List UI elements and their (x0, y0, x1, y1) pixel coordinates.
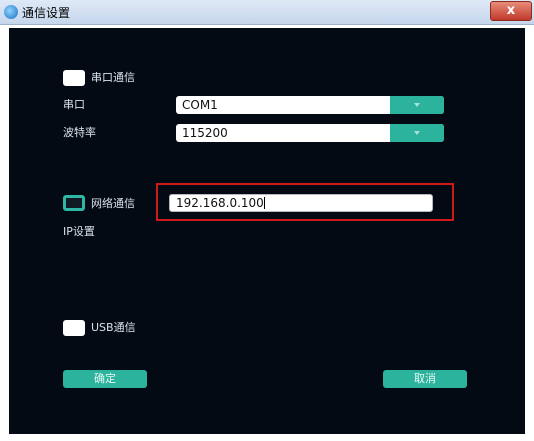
ip-input[interactable]: 192.168.0.100 (169, 194, 433, 212)
app-icon (4, 5, 18, 19)
network-checkbox-label: 网络通信 (91, 197, 135, 210)
usb-checkbox[interactable] (63, 320, 85, 336)
ok-button[interactable]: 确定 (63, 370, 147, 388)
baud-dropdown-button[interactable] (390, 124, 444, 142)
ip-label: IP设置 (63, 225, 95, 238)
baud-label: 波特率 (63, 126, 96, 139)
chevron-down-icon (414, 103, 420, 107)
baud-select[interactable]: 115200 (176, 124, 444, 142)
port-value: COM1 (182, 98, 218, 112)
port-label: 串口 (63, 98, 85, 111)
cancel-button[interactable]: 取消 (383, 370, 467, 388)
window-title: 通信设置 (22, 6, 71, 20)
port-select[interactable]: COM1 (176, 96, 444, 114)
port-dropdown-button[interactable] (390, 96, 444, 114)
chevron-down-icon (414, 131, 420, 135)
text-caret (263, 197, 265, 209)
serial-checkbox-label: 串口通信 (91, 71, 135, 84)
serial-checkbox[interactable] (63, 70, 85, 86)
title-bar[interactable]: 通信设置 x (0, 0, 534, 25)
network-checkbox[interactable] (63, 195, 85, 211)
close-button[interactable]: x (490, 1, 532, 21)
baud-value: 115200 (182, 126, 228, 140)
usb-checkbox-label: USB通信 (91, 321, 136, 334)
ip-input-value: 192.168.0.100 (176, 196, 264, 210)
dialog-content: 串口通信 串口 COM1 波特率 115200 网络通信 IP设置 USB通信 … (9, 28, 525, 434)
settings-dialog: 通信设置 x 串口通信 串口 COM1 波特率 115200 网络通信 IP设置… (0, 0, 534, 441)
